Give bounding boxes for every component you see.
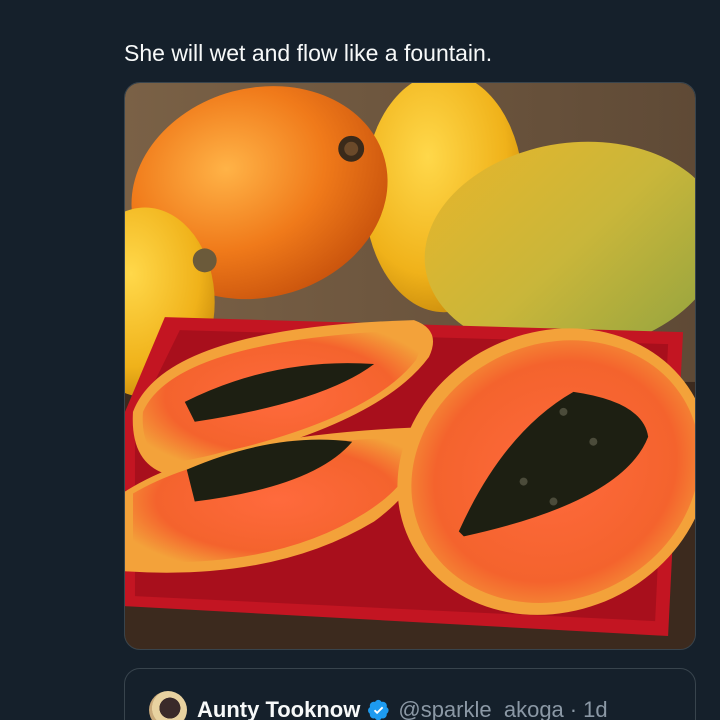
tweet-media-image[interactable] <box>124 82 696 650</box>
quoted-handle[interactable]: @sparkle_akoga <box>398 697 563 720</box>
separator-dot: · <box>569 697 578 720</box>
verified-badge-icon <box>368 699 389 720</box>
tweet-detail: She will wet and flow like a fountain. A… <box>0 0 720 720</box>
tweet-text: She will wet and flow like a fountain. <box>124 40 493 66</box>
quoted-display-name[interactable]: Aunty Tooknow <box>197 697 360 720</box>
quoted-timestamp[interactable]: 1d <box>583 697 607 720</box>
papaya-photo-icon <box>125 83 695 649</box>
quoted-tweet-header: Aunty Tooknow @sparkle_akoga · 1d <box>149 691 608 720</box>
avatar[interactable] <box>149 691 187 720</box>
quoted-tweet-card[interactable]: Aunty Tooknow @sparkle_akoga · 1d <box>124 668 696 720</box>
